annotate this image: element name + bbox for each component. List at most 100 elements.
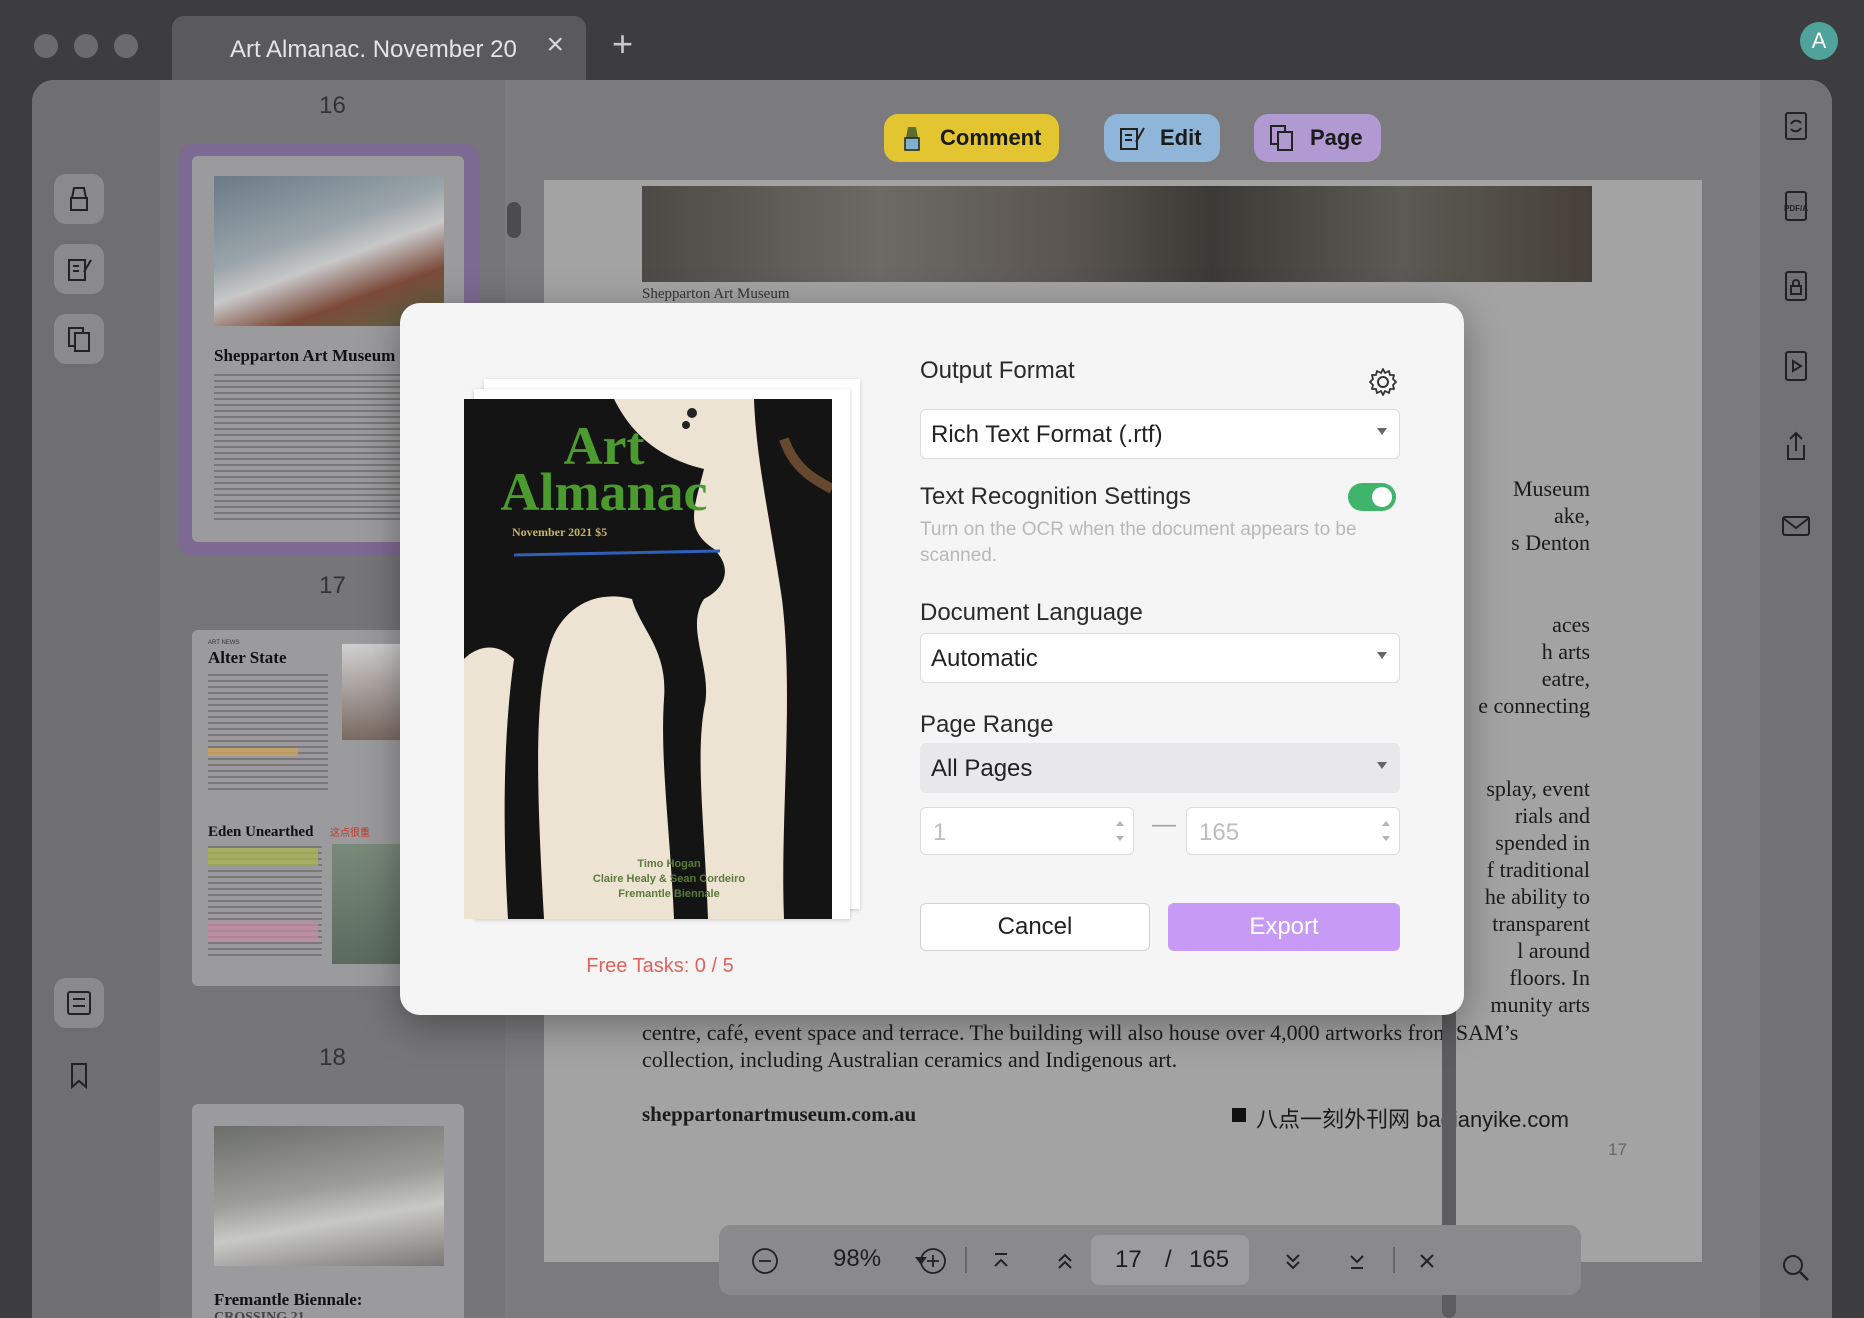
zoom-toolbar: 98% 17 / 165 — [719, 1225, 1581, 1295]
slideshow-icon[interactable] — [1778, 348, 1814, 384]
page-mode-icon — [1270, 125, 1293, 151]
tab-close-icon[interactable]: × — [546, 28, 564, 62]
thumbnail-scrollbar[interactable] — [507, 202, 521, 238]
document-language-value: Automatic — [931, 645, 1038, 672]
comment-mode-icon — [904, 127, 920, 151]
thumbnail-page-number: 18 — [319, 1044, 346, 1071]
page-tool-icon[interactable] — [54, 314, 104, 364]
window-minimize-button[interactable] — [74, 34, 98, 58]
convert-icon[interactable] — [1778, 108, 1814, 144]
thumbnail-annotation: 这点很重 — [330, 828, 370, 839]
page-mode-label: Page — [1310, 125, 1363, 150]
previous-page-icon[interactable] — [1051, 1247, 1079, 1275]
chevron-down-icon — [1377, 652, 1387, 659]
last-page-icon[interactable] — [1343, 1247, 1371, 1275]
cancel-button[interactable]: Cancel — [920, 903, 1150, 951]
chevron-down-icon — [1377, 428, 1387, 435]
cover-title-line: Almanac — [500, 462, 708, 522]
ocr-toggle[interactable] — [1348, 483, 1396, 511]
export-button[interactable]: Export — [1168, 903, 1400, 951]
comment-tool-icon[interactable] — [54, 174, 104, 224]
stepper-icon[interactable] — [1115, 816, 1125, 846]
form-icon[interactable] — [54, 978, 104, 1028]
document-page-number: 17 — [1608, 1140, 1627, 1159]
toggle-knob — [1372, 487, 1392, 507]
page-mode-button[interactable]: Page — [1254, 114, 1381, 162]
left-toolbar — [32, 80, 160, 1318]
edit-mode-label: Edit — [1160, 125, 1202, 150]
close-toolbar-icon[interactable] — [1413, 1247, 1441, 1275]
edit-mode-button[interactable]: Edit — [1104, 114, 1220, 162]
thumbnail-page-number: 16 — [319, 92, 346, 119]
zoom-in-icon[interactable] — [919, 1247, 947, 1275]
bookmark-icon[interactable] — [54, 1050, 104, 1100]
comment-mode-label: Comment — [940, 125, 1042, 150]
document-language-select[interactable]: Automatic — [920, 633, 1400, 683]
user-avatar[interactable]: A — [1800, 22, 1838, 60]
document-language-label: Document Language — [920, 599, 1143, 626]
new-tab-button[interactable]: + — [612, 26, 633, 62]
cover-credit: Claire Healy & Sean Cordeiro — [592, 873, 746, 885]
tab-title: Art Almanac. November 20 — [230, 36, 517, 63]
chevron-down-icon — [1377, 762, 1387, 769]
current-page[interactable]: 17 — [1115, 1246, 1142, 1274]
ocr-label: Text Recognition Settings — [920, 483, 1191, 510]
edit-mode-icon — [1120, 127, 1145, 150]
cover-title: Art Almanac — [494, 419, 714, 522]
export-dialog: Art Almanac November 2021 $5 Timo Hogan … — [400, 303, 1464, 1015]
watermark-square-icon — [1232, 1108, 1246, 1122]
range-from-input[interactable]: 1 — [920, 807, 1134, 855]
thumbnail-page-18[interactable]: Fremantle Biennale: CROSSING 21 — [192, 1104, 464, 1318]
zoom-out-icon[interactable] — [751, 1247, 779, 1275]
thumbnail-heading: Alter State — [208, 648, 287, 667]
thumbnail-highlight — [208, 848, 318, 866]
thumbnail-highlight — [208, 922, 318, 942]
thumbnail-heading: Fremantle Biennale: — [214, 1290, 363, 1309]
search-icon[interactable] — [1778, 1250, 1814, 1286]
thumbnail-kicker: ART NEWS — [208, 640, 240, 646]
range-to-value: 165 — [1199, 819, 1240, 846]
output-format-value: Rich Text Format (.rtf) — [931, 421, 1163, 448]
watermark-text: 八点一刻外刊网 badianyike.com — [1256, 1107, 1569, 1132]
page-range-label: Page Range — [920, 711, 1054, 738]
first-page-icon[interactable] — [987, 1247, 1015, 1275]
page-number-box[interactable]: 17 / 165 — [1091, 1235, 1249, 1285]
cover-credits: Timo Hogan Claire Healy & Sean Cordeiro … — [574, 857, 764, 902]
svg-text:PDF/A: PDF/A — [1784, 204, 1808, 213]
thumbnail-subheading: CROSSING 21 — [214, 1310, 305, 1318]
range-dash: — — [1152, 811, 1176, 838]
mail-icon[interactable] — [1778, 508, 1814, 544]
settings-gear-icon[interactable] — [1368, 367, 1398, 397]
thumbnail-photo — [214, 1126, 444, 1266]
thumbnail-photo — [214, 176, 444, 326]
share-icon[interactable] — [1778, 428, 1814, 464]
document-preview: Art Almanac November 2021 $5 Timo Hogan … — [464, 379, 860, 919]
document-tab[interactable]: Art Almanac. November 20 × — [172, 16, 586, 80]
page-separator: / — [1165, 1246, 1172, 1273]
protect-icon[interactable] — [1778, 268, 1814, 304]
window-close-button[interactable] — [34, 34, 58, 58]
page-range-select[interactable]: All Pages — [920, 743, 1400, 793]
thumbnail-portrait — [342, 644, 402, 740]
right-toolbar: PDF/A — [1760, 80, 1832, 1318]
toolbar-divider — [965, 1247, 967, 1273]
thumbnail-photo — [332, 844, 402, 964]
photo-caption: Shepparton Art Museum — [642, 286, 790, 302]
pdfa-icon[interactable]: PDF/A — [1778, 188, 1814, 224]
stepper-icon[interactable] — [1381, 816, 1391, 846]
cover-issue: November 2021 $5 — [512, 525, 608, 539]
output-format-select[interactable]: Rich Text Format (.rtf) — [920, 409, 1400, 459]
range-to-input[interactable]: 165 — [1186, 807, 1400, 855]
total-pages: 165 — [1189, 1246, 1230, 1273]
next-page-icon[interactable] — [1279, 1247, 1307, 1275]
ocr-help-text: Turn on the OCR when the document appear… — [920, 519, 1357, 566]
page-range-value: All Pages — [931, 755, 1033, 782]
website-link[interactable]: sheppartonartmuseum.com.au — [642, 1102, 916, 1127]
zoom-level[interactable]: 98% — [833, 1245, 881, 1273]
cover-credit: Fremantle Biennale — [618, 888, 720, 900]
cover-credit: Timo Hogan — [637, 858, 701, 870]
comment-mode-button[interactable]: Comment — [884, 114, 1060, 162]
window-zoom-button[interactable] — [114, 34, 138, 58]
edit-tool-icon[interactable] — [54, 244, 104, 294]
thumbnail-text-lines — [208, 674, 328, 794]
